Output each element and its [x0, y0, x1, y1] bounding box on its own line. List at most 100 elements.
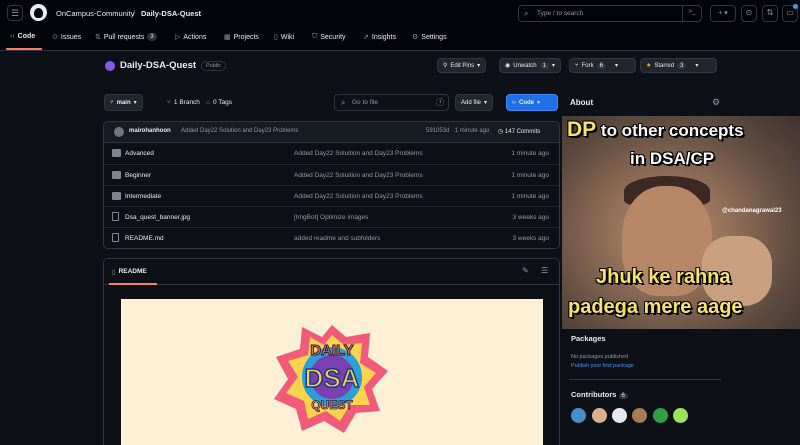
readme-header: ▯ README ✎ ☰: [104, 259, 559, 285]
code-button[interactable]: ‹› Code ▾: [506, 94, 558, 111]
tab-issues[interactable]: ⊙ Issues: [52, 33, 81, 42]
active-tab-underline: [6, 48, 42, 50]
create-new-button[interactable]: + ▾: [710, 5, 736, 22]
pull-request-icon: ⇅: [95, 34, 101, 41]
chevron-down-icon[interactable]: ▾: [615, 62, 618, 69]
divider: [569, 379, 721, 380]
repo-name[interactable]: Daily-DSA-Quest: [120, 60, 196, 71]
pin-icon: ⚲: [443, 63, 448, 69]
issue-icon: ⊙: [52, 34, 58, 41]
breadcrumb-repo[interactable]: Daily-DSA-Quest: [141, 9, 201, 18]
go-to-file-input[interactable]: ⌕ Go to file t: [334, 94, 449, 111]
fork-icon: ⑂: [575, 62, 579, 69]
shortcut-key: t: [436, 98, 444, 106]
logo-dsa-text: DSA: [305, 363, 360, 393]
code-icon: ‹›: [10, 33, 15, 40]
command-palette-button[interactable]: >_: [682, 5, 701, 22]
avatar[interactable]: [571, 408, 586, 423]
tab-code[interactable]: ‹› Code: [10, 33, 35, 40]
table-row[interactable]: Beginner Added Day22 Soluition and Day23 …: [104, 164, 559, 185]
branches-link[interactable]: ⑂ 1 Branch: [167, 99, 200, 106]
search-icon: ⌕: [524, 9, 529, 18]
notification-dot-icon: [793, 4, 798, 9]
latest-commit-bar: mairohanhoon Added Day22 Solution and Da…: [104, 122, 559, 143]
tab-pull-requests[interactable]: ⇅ Pull requests 3: [95, 33, 157, 41]
tab-projects[interactable]: ▦ Projects: [224, 33, 259, 42]
tab-wiki[interactable]: ▯ Wiki: [274, 33, 294, 42]
issues-icon[interactable]: ⊙: [741, 5, 757, 22]
meme-bottom-text-line1: Jhuk ke rahna: [596, 266, 731, 288]
readme-banner: DAILY DSA QUEST: [121, 299, 543, 445]
search-placeholder: Type / to search: [537, 10, 584, 17]
commit-hash-time[interactable]: 591053d · 1 minute ago: [426, 128, 489, 134]
file-icon: [112, 212, 119, 221]
contributors-heading[interactable]: Contributors 6: [571, 390, 628, 399]
chevron-down-icon: ▾: [537, 100, 541, 106]
branch-selector[interactable]: ⑂ main ▾: [104, 94, 143, 111]
top-bar: ☰ OnCampus-Community / Daily-DSA-Quest ⌕…: [0, 0, 800, 27]
outline-icon[interactable]: ☰: [541, 266, 548, 275]
logo-quest-text: QUEST: [311, 398, 353, 412]
avatar[interactable]: [632, 408, 647, 423]
avatar[interactable]: [653, 408, 668, 423]
pull-requests-icon[interactable]: ⇅: [762, 5, 778, 22]
github-logo-icon[interactable]: [30, 4, 47, 21]
avatar[interactable]: [673, 408, 688, 423]
commits-count[interactable]: ◷ 147 Commits: [498, 128, 540, 135]
meme-top-text-line2: in DSA/CP: [630, 149, 715, 168]
chevron-down-icon: ▾: [133, 100, 137, 106]
avatar[interactable]: [114, 127, 124, 137]
visibility-badge: Public: [201, 60, 226, 71]
tags-link[interactable]: ⌂ 0 Tags: [206, 99, 232, 106]
breadcrumb-separator: /: [133, 9, 136, 18]
chevron-down-icon: ▾: [484, 100, 488, 106]
readme-tab-underline: [109, 283, 157, 285]
unwatch-button[interactable]: ◉ Unwatch 1 ▾: [499, 58, 561, 73]
star-count: 3: [677, 62, 687, 69]
breadcrumb-org[interactable]: OnCampus-Community: [56, 9, 134, 18]
tab-security[interactable]: ⛉ Security: [312, 33, 346, 41]
menu-icon[interactable]: ☰: [7, 5, 23, 21]
repo-tabs: ‹› Code ⊙ Issues ⇅ Pull requests 3 ▷ Actions …: [0, 27, 800, 51]
fork-count: 6: [596, 62, 606, 69]
search-input[interactable]: ⌕ Type / to search >_: [518, 5, 702, 22]
history-icon: ◷: [498, 129, 504, 135]
about-image: DP to other concepts in DSA/CP @chandana…: [562, 116, 800, 329]
watch-count: 1: [539, 62, 549, 69]
avatar[interactable]: [612, 408, 627, 423]
file-rows: Advanced Added Day22 Soluition and Day23 …: [104, 143, 559, 248]
file-list: mairohanhoon Added Day22 Solution and Da…: [103, 121, 560, 249]
gear-icon[interactable]: ⚙: [712, 97, 720, 108]
starred-button[interactable]: ★ Starred 3 ▾: [640, 58, 717, 73]
daily-dsa-quest-logo: DAILY DSA QUEST: [274, 325, 388, 433]
table-row[interactable]: Dsa_quest_banner.jpg [ImgBot] Optimize im…: [104, 206, 559, 227]
table-row[interactable]: Advanced Added Day22 Soluition and Day23 …: [104, 143, 559, 164]
file-icon: [112, 233, 119, 242]
readme-tab[interactable]: ▯ README: [112, 268, 147, 276]
tab-insights[interactable]: ↗ Insights: [363, 33, 396, 42]
table-row[interactable]: README.md added readme and subfolders 3 we…: [104, 227, 559, 248]
tab-actions[interactable]: ▷ Actions: [175, 33, 206, 42]
code-icon: ‹›: [512, 99, 516, 106]
pencil-icon[interactable]: ✎: [522, 266, 529, 275]
packages-heading[interactable]: Packages: [571, 334, 606, 343]
branch-icon: ⑂: [167, 99, 171, 106]
table-row[interactable]: Intermediate Added Day22 Soluition and Da…: [104, 185, 559, 206]
readme-panel: ▯ README ✎ ☰ DAILY DSA QUEST: [103, 258, 560, 445]
add-file-button[interactable]: Add file ▾: [455, 94, 494, 111]
about-heading: About: [570, 98, 594, 107]
publish-package-link[interactable]: Publish your first package: [571, 363, 634, 369]
logo-daily-text: DAILY: [310, 342, 354, 359]
graph-icon: ↗: [363, 34, 369, 41]
edit-pins-button[interactable]: ⚲ Edit Pins ▾: [437, 58, 487, 73]
commit-author[interactable]: mairohanhoon: [129, 128, 171, 134]
folder-icon: [112, 192, 121, 200]
fork-button[interactable]: ⑂ Fork 6 ▾: [569, 58, 636, 73]
chevron-down-icon[interactable]: ▾: [695, 62, 698, 69]
tag-icon: ⌂: [206, 99, 210, 106]
book-icon: ▯: [112, 269, 116, 276]
avatar[interactable]: [592, 408, 607, 423]
tab-settings[interactable]: ⚙ Settings: [412, 33, 447, 42]
play-icon: ▷: [175, 34, 181, 41]
commit-message[interactable]: Added Day22 Solution and Day23 Problems: [181, 128, 298, 134]
